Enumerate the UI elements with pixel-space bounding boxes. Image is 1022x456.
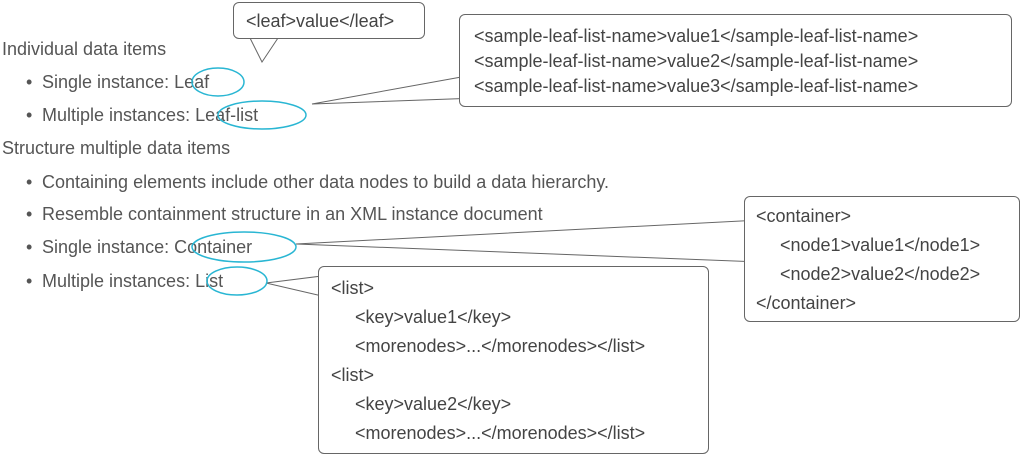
container-connector [295, 219, 761, 263]
heading-text: Structure multiple data items [2, 138, 231, 158]
highlight-list: List [195, 271, 224, 291]
bullet-single-instance-container: • Single instance: Container [26, 236, 252, 258]
bullet-dot: • [26, 172, 33, 192]
heading-individual-data-items: Individual data items [2, 38, 166, 60]
container-callout-line: </container> [756, 293, 857, 313]
container-callout-box: <container> <node1>value1</node1> <node2… [744, 196, 1020, 322]
list-callout-line: <morenodes>...</morenodes></list> [355, 423, 646, 443]
bullet-text: Single instance: [42, 72, 175, 92]
highlight-container: Container [174, 237, 253, 257]
bullet-dot: • [26, 204, 33, 224]
bullet-multiple-instances-leaf-list: • Multiple instances: Leaf-list [26, 104, 258, 126]
leaf-callout-line: <leaf>value</leaf> [246, 11, 395, 31]
highlight-leaf-list: Leaf-list [195, 105, 259, 125]
leaf-list-callout-line: <sample-leaf-list-name>value2</sample-le… [474, 51, 919, 71]
list-callout-box: <list> <key>value1</key> <morenodes>...<… [318, 266, 709, 454]
list-connector [265, 275, 323, 297]
heading-text: Individual data items [2, 39, 167, 59]
leaf-list-callout-box: <sample-leaf-list-name>value1</sample-le… [459, 14, 1012, 107]
bullet-text: Multiple instances: [42, 271, 196, 291]
bullet-dot: • [26, 271, 33, 291]
list-callout-line: <key>value2</key> [355, 394, 512, 414]
leaf-callout-box: <leaf>value</leaf> [233, 2, 425, 39]
diagram-stage: Individual data items • Single instance: … [0, 0, 1022, 456]
bullet-dot: • [26, 237, 33, 257]
bullet-text: Single instance: [42, 237, 175, 257]
bullet-multiple-instances-list: • Multiple instances: List [26, 270, 223, 292]
container-callout-line: <node1>value1</node1> [780, 235, 981, 255]
leaf-list-connector [311, 73, 479, 105]
bullet-single-instance-leaf: • Single instance: Leaf [26, 71, 209, 93]
bullet-dot: • [26, 105, 33, 125]
list-callout-line: <list> [331, 278, 375, 298]
highlight-leaf: Leaf [174, 72, 210, 92]
bullet-containing-elements: • Containing elements include other data … [26, 171, 609, 193]
list-callout-line: <morenodes>...</morenodes></list> [355, 336, 646, 356]
heading-structure-multiple-data-items: Structure multiple data items [2, 137, 230, 159]
leaf-list-callout-line: <sample-leaf-list-name>value1</sample-le… [474, 26, 919, 46]
bullet-text: Containing elements include other data n… [42, 172, 610, 192]
container-callout-line: <node2>value2</node2> [780, 264, 981, 284]
leaf-callout-pointer [249, 37, 279, 63]
leaf-list-callout-line: <sample-leaf-list-name>value3</sample-le… [474, 76, 919, 96]
bullet-resemble-containment: • Resemble containment structure in an XM… [26, 203, 543, 225]
list-callout-line: <list> [331, 365, 375, 385]
bullet-text: Multiple instances: [42, 105, 196, 125]
container-callout-line: <container> [756, 206, 852, 226]
bullet-text: Resemble containment structure in an XML… [42, 204, 543, 224]
bullet-dot: • [26, 72, 33, 92]
list-callout-line: <key>value1</key> [355, 307, 512, 327]
